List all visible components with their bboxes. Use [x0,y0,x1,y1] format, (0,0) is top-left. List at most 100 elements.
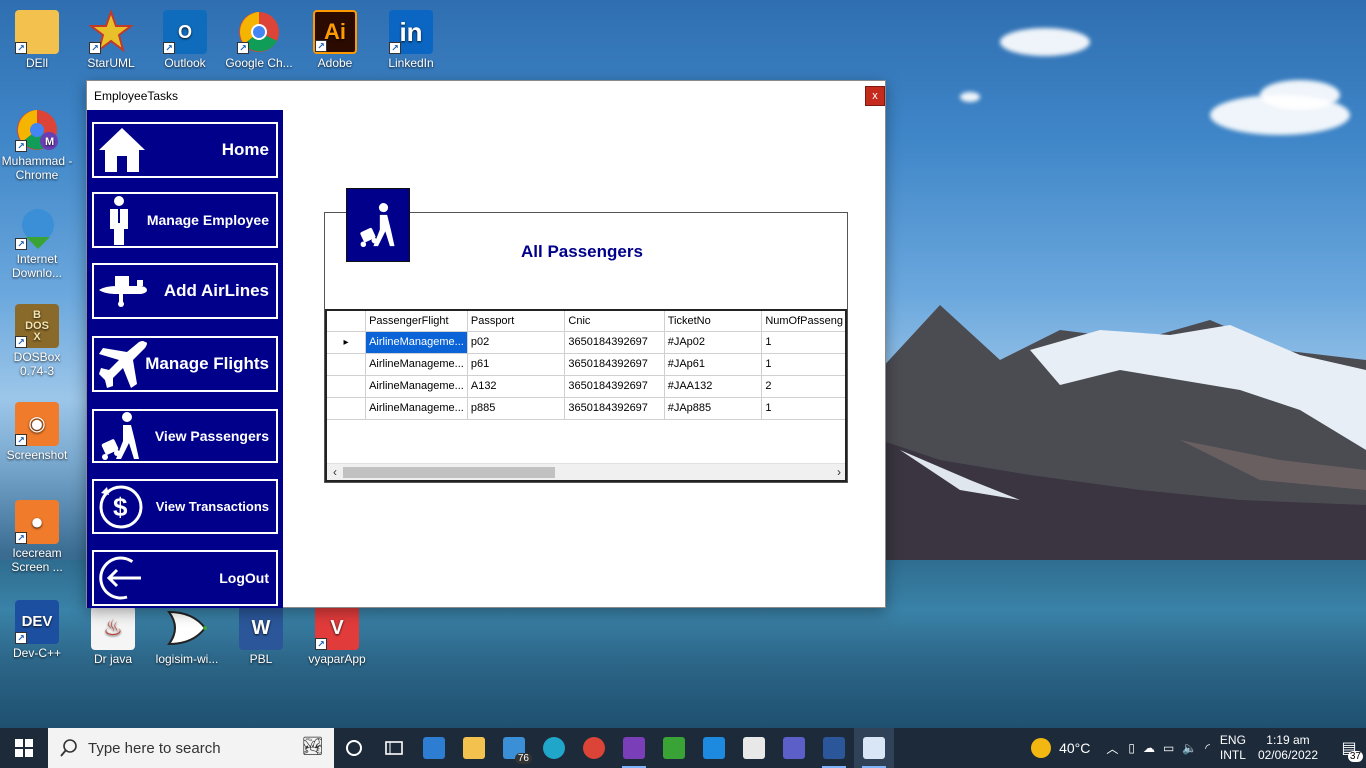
desktop-icon-linkedin[interactable]: in ↗ LinkedIn [374,10,448,70]
table-cell[interactable]: 3650184392697 [564,331,665,354]
table-cell[interactable]: 3650184392697 [564,397,665,420]
nav-add-airlines-button[interactable]: Add AirLines [91,262,279,320]
horizontal-scrollbar[interactable]: ‹ › [327,463,845,480]
scrollbar-thumb[interactable] [343,467,555,478]
table-cell[interactable]: AirlineManageme... [365,353,468,376]
desktop-icon-icecream[interactable]: ● ↗ Icecream Screen ... [0,500,74,574]
table-cell[interactable]: 3650184392697 [564,375,665,398]
nav-logout-button[interactable]: LogOut [91,549,279,607]
table-row[interactable]: AirlineManageme... p885 3650184392697 #J… [327,397,845,420]
column-header[interactable]: Cnic [564,311,665,332]
desktop-icon-drjava[interactable]: ♨ Dr java [76,606,150,666]
desktop-icon-dosbox[interactable]: B DOS X ↗ DOSBox 0.74-3 [0,304,74,378]
visual-studio-icon [623,737,645,759]
taskbar-mail[interactable]: 76 [494,728,534,768]
cloud [960,92,980,102]
column-header[interactable]: NumOfPasseng [761,311,845,332]
taskbar-explorer[interactable] [454,728,494,768]
employee-tasks-window: EmployeeTasks x Home Manage Employee Add… [86,80,886,608]
svg-text:M: M [45,136,54,148]
clock[interactable]: 1:19 am 02/06/2022 [1258,733,1318,763]
battery-icon[interactable]: ▭ [1163,741,1174,755]
table-row[interactable]: AirlineManageme... A132 3650184392697 #J… [327,375,845,398]
scroll-left-icon[interactable]: ‹ [328,465,342,479]
taskbar-search[interactable]: Type here to search 🏞 [48,728,334,768]
taskbar-chrome[interactable] [574,728,614,768]
desktop-icon-logisim[interactable]: logisim-wi... [150,606,224,666]
chevron-up-icon[interactable]: ︿ [1106,740,1118,757]
desktop-icon-screenshot[interactable]: ◉ ↗ Screenshot [0,402,74,462]
table-cell[interactable]: #JAp02 [664,331,763,354]
start-button[interactable] [0,728,48,768]
network-status-icon[interactable]: ☁ [1143,741,1155,755]
table-cell[interactable]: 2 [761,375,845,398]
taskbar-store[interactable] [414,728,454,768]
nav-manage-employee-button[interactable]: Manage Employee [91,191,279,249]
table-cell[interactable]: p02 [467,331,566,354]
star-icon: ↗ [89,10,133,54]
row-header[interactable] [327,375,367,398]
weather-icon[interactable] [1031,738,1052,758]
window-titlebar[interactable]: EmployeeTasks x [87,81,885,110]
desktop-icon-idm[interactable]: ↗ Internet Downlo... [0,206,74,280]
column-header[interactable]: Passport [467,311,566,332]
weather-temperature[interactable]: 40°C [1059,740,1090,756]
table-cell[interactable]: p61 [467,353,566,376]
nav-view-transactions-button[interactable]: $ View Transactions [91,478,279,535]
taskbar-snip[interactable] [654,728,694,768]
wifi-icon[interactable]: ◜ [1205,741,1210,755]
table-cell[interactable]: 3650184392697 [564,353,665,376]
cortana-button[interactable] [334,728,374,768]
row-header[interactable] [327,397,367,420]
table-cell[interactable]: AirlineManageme... [365,397,468,420]
desktop-icon-staruml[interactable]: ↗ StarUML [74,10,148,70]
table-cell[interactable]: 1 [761,353,845,376]
current-row-indicator[interactable]: ▸ [327,331,367,354]
table-cell[interactable]: 1 [761,397,845,420]
desktop-icon-pbl[interactable]: W PBL [224,606,298,666]
row-header[interactable] [327,353,367,376]
table-row[interactable]: ▸ AirlineManageme... p02 3650184392697 #… [327,331,845,354]
table-cell[interactable]: A132 [467,375,566,398]
taskbar-employee-tasks[interactable] [854,728,894,768]
volume-icon[interactable]: 🔈 [1182,741,1197,755]
taskbar-word[interactable] [814,728,854,768]
task-view-button[interactable] [374,728,414,768]
taskbar-teams[interactable] [774,728,814,768]
desktop-icon-illustrator[interactable]: Ai↗ Adobe Illustrat... [298,10,372,70]
table-cell[interactable]: AirlineManageme... [365,331,468,354]
table-cell[interactable]: p885 [467,397,566,420]
table-cell[interactable]: #JAp61 [664,353,763,376]
airplane-icon [97,274,149,308]
notification-center-button[interactable]: ▤ 37 [1332,728,1366,768]
table-header-row: PassengerFlight Passport Cnic TicketNo N… [327,311,845,332]
passengers-data-grid[interactable]: PassengerFlight Passport Cnic TicketNo N… [325,309,847,482]
desktop-icon-vyapar[interactable]: V ↗ vyaparApp [300,606,374,666]
column-header[interactable]: PassengerFlight [365,311,468,332]
nav-manage-flights-button[interactable]: Manage Flights [91,335,279,393]
desktop-icon-outlook[interactable]: O ↗ Outlook [148,10,222,70]
window-title: EmployeeTasks [94,88,179,103]
table-cell[interactable]: #JAp885 [664,397,763,420]
table-cell[interactable]: #JAA132 [664,375,763,398]
language-indicator[interactable]: ENG INTL [1220,733,1246,763]
desktop-icon-chrome[interactable]: ↗ Google Ch... [222,10,296,70]
column-header[interactable]: TicketNo [664,311,763,332]
desktop-icon-devcpp[interactable]: DEV ↗ Dev-C++ [0,600,74,660]
table-row[interactable]: AirlineManageme... p61 3650184392697 #JA… [327,353,845,376]
taskbar-visual-studio[interactable] [614,728,654,768]
taskbar-edge[interactable] [534,728,574,768]
taskbar-3d[interactable] [734,728,774,768]
transaction-icon: $ [97,483,145,531]
desktop-icon-chrome-profile[interactable]: M ↗ Muhammad - Chrome [0,108,74,182]
close-button[interactable]: x [865,86,885,106]
device-icon[interactable]: ▯ [1128,741,1135,755]
table-cell[interactable]: 1 [761,331,845,354]
table-cell[interactable]: AirlineManageme... [365,375,468,398]
clock-time: 1:19 am [1266,733,1310,747]
scroll-right-icon[interactable]: › [832,465,845,479]
nav-home-button[interactable]: Home [91,121,279,179]
desktop-icon-dell[interactable]: ↗ DEll [0,10,74,70]
taskbar-vscode[interactable] [694,728,734,768]
nav-view-passengers-button[interactable]: View Passengers [91,408,279,464]
